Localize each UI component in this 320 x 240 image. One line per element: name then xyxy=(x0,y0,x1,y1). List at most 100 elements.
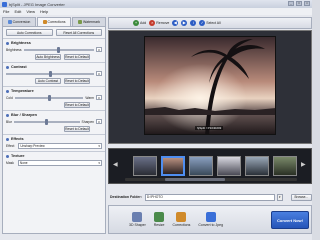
app-icon xyxy=(2,1,7,7)
temperature-slider[interactable] xyxy=(14,94,84,101)
contrast-reset-button[interactable]: Reset to Default xyxy=(64,78,90,84)
brightness-reset-button[interactable]: Reset to Default xyxy=(64,54,90,60)
menu-edit[interactable]: Edit xyxy=(14,9,21,14)
remove-button[interactable]: × Remove xyxy=(149,19,169,27)
effect-selected-value: Unsharp Preview xyxy=(20,144,45,148)
convert-jpeg-icon xyxy=(205,212,216,222)
brightness-row: Brightness 0 xyxy=(6,46,102,53)
convert-to-jpeg-button[interactable]: Convert to Jpeg xyxy=(198,212,223,227)
mask-label: Mask xyxy=(6,161,14,165)
contrast-value[interactable]: 0 xyxy=(96,71,102,76)
brightness-slider[interactable] xyxy=(23,46,94,53)
menubar: File Edit View Help xyxy=(0,8,312,15)
resize-button[interactable]: Resize xyxy=(153,212,165,227)
tab-conversion[interactable]: Conversion xyxy=(2,17,36,26)
filmstrip: ◀ ▶ xyxy=(108,148,312,184)
destination-folder-value: D:\PHOTO xyxy=(146,195,163,199)
corrections-icon xyxy=(42,20,47,24)
blur-sharpen-reset-button[interactable]: Reset to Default xyxy=(64,126,90,132)
corrections-icon xyxy=(176,212,187,222)
temperature-value[interactable]: 0 xyxy=(96,95,102,100)
menu-help[interactable]: Help xyxy=(40,9,48,14)
close-icon[interactable]: × xyxy=(304,1,310,6)
thumbnail-selected[interactable] xyxy=(161,156,185,176)
auto-brightness-button[interactable]: Auto Brightness xyxy=(35,54,61,60)
destination-dropdown-icon[interactable]: ▾ xyxy=(276,193,283,201)
watermark-icon xyxy=(78,20,82,24)
auto-contrast-button[interactable]: Auto Contrast xyxy=(35,78,61,84)
thumbnail[interactable] xyxy=(245,156,269,176)
info-button[interactable]: i xyxy=(190,19,197,27)
blur-sharpen-slider[interactable] xyxy=(13,118,80,125)
destination-row: Destination Folder: D:\PHOTO ▾ Browse... xyxy=(108,193,312,201)
temperature-icon xyxy=(6,89,9,93)
toolbar: + Add × Remove ◀ ▶ i ✓ Select All xyxy=(108,17,312,29)
blur-sharpen-icon xyxy=(6,113,9,117)
rotate-left-button[interactable]: ◀ xyxy=(172,19,179,27)
filmstrip-scrollbar[interactable] xyxy=(125,178,297,181)
brightness-section: Brightness Brightness 0 Auto Brightness … xyxy=(3,38,105,62)
contrast-slider-thumb[interactable] xyxy=(48,70,52,77)
blur-sharpen-slider-thumb[interactable] xyxy=(45,118,49,125)
temperature-buttons: Reset to Default xyxy=(6,101,102,109)
convert-now-button[interactable]: Convert Now! xyxy=(271,211,309,229)
thumbnail[interactable] xyxy=(189,156,213,176)
menu-file[interactable]: File xyxy=(3,9,9,14)
maximize-icon[interactable]: □ xyxy=(296,1,302,6)
reset-all-corrections-button[interactable]: Reset All Corrections xyxy=(55,29,102,36)
temperature-slider-thumb[interactable] xyxy=(47,94,51,101)
add-button[interactable]: + Add xyxy=(133,19,146,27)
left-tabs: Conversion Corrections Watermark xyxy=(2,17,106,26)
blur-sharpen-section: Blur / Sharpen Blur Sharpen 0 Reset to D… xyxy=(3,110,105,134)
select-all-button[interactable]: ✓ Select All xyxy=(199,19,221,27)
tab-corrections-label: Corrections xyxy=(47,20,66,24)
tab-corrections[interactable]: Corrections xyxy=(37,17,71,26)
resize-label: Resize xyxy=(153,223,165,227)
info-icon: i xyxy=(190,20,197,26)
corrections-button[interactable]: Corrections xyxy=(172,212,190,227)
browse-button[interactable]: Browse... xyxy=(290,193,312,201)
brightness-value[interactable]: 0 xyxy=(96,47,102,52)
sharpen-label: Sharpen xyxy=(81,119,94,124)
tab-conversion-label: Conversion xyxy=(12,20,31,24)
3d-shaper-button[interactable]: 3D Shaper xyxy=(129,212,146,227)
blur-sharpen-row: Blur Sharpen 0 xyxy=(6,118,102,125)
thumbnail[interactable] xyxy=(133,156,157,176)
thumbnail[interactable] xyxy=(273,156,297,176)
thumbnail-list xyxy=(133,156,297,176)
rotate-right-button[interactable]: ▶ xyxy=(181,19,188,27)
contrast-row: 0 xyxy=(6,70,102,77)
photo-caption: hjSplit / P1040203 xyxy=(195,126,224,130)
temperature-cold-label: Cold xyxy=(6,95,13,100)
contrast-title: Contrast xyxy=(11,65,27,69)
resize-icon xyxy=(154,212,165,222)
blur-label: Blur xyxy=(6,119,12,124)
rotate-left-icon: ◀ xyxy=(172,20,179,26)
add-icon: + xyxy=(133,20,139,26)
contrast-slider[interactable] xyxy=(6,70,94,77)
destination-folder-input[interactable]: D:\PHOTO xyxy=(144,193,275,201)
menu-view[interactable]: View xyxy=(26,9,35,14)
corrections-label: Corrections xyxy=(172,223,191,227)
minimize-icon[interactable]: _ xyxy=(288,1,294,6)
filmstrip-next-icon[interactable]: ▶ xyxy=(301,161,307,171)
filmstrip-prev-icon[interactable]: ◀ xyxy=(113,161,119,171)
convert-to-jpeg-label: Convert to Jpeg xyxy=(198,223,224,227)
temperature-section: Temperature Cold Warm 0 Reset to Default xyxy=(3,86,105,110)
mask-selected-value: None xyxy=(19,161,28,165)
tab-watermark[interactable]: Watermark xyxy=(72,17,106,26)
brightness-slider-thumb[interactable] xyxy=(57,46,61,53)
blur-sharpen-value[interactable]: 0 xyxy=(96,119,102,124)
filmstrip-scrollbar-thumb[interactable] xyxy=(165,178,225,181)
sunset-photo[interactable]: hjSplit / P1040203 xyxy=(144,36,276,135)
effects-row: Effect Unsharp Preview ▾ xyxy=(6,142,102,150)
effect-select[interactable]: Unsharp Preview ▾ xyxy=(18,143,102,149)
conversion-icon xyxy=(7,20,12,24)
blur-sharpen-buttons: Reset to Default xyxy=(6,125,102,133)
chevron-down-icon: ▾ xyxy=(98,161,100,165)
effects-title: Effects xyxy=(11,137,24,141)
thumbnail[interactable] xyxy=(217,156,241,176)
auto-corrections-button[interactable]: Auto Corrections xyxy=(6,29,53,36)
mask-select[interactable]: None ▾ xyxy=(17,160,102,166)
temperature-reset-button[interactable]: Reset to Default xyxy=(64,102,90,108)
